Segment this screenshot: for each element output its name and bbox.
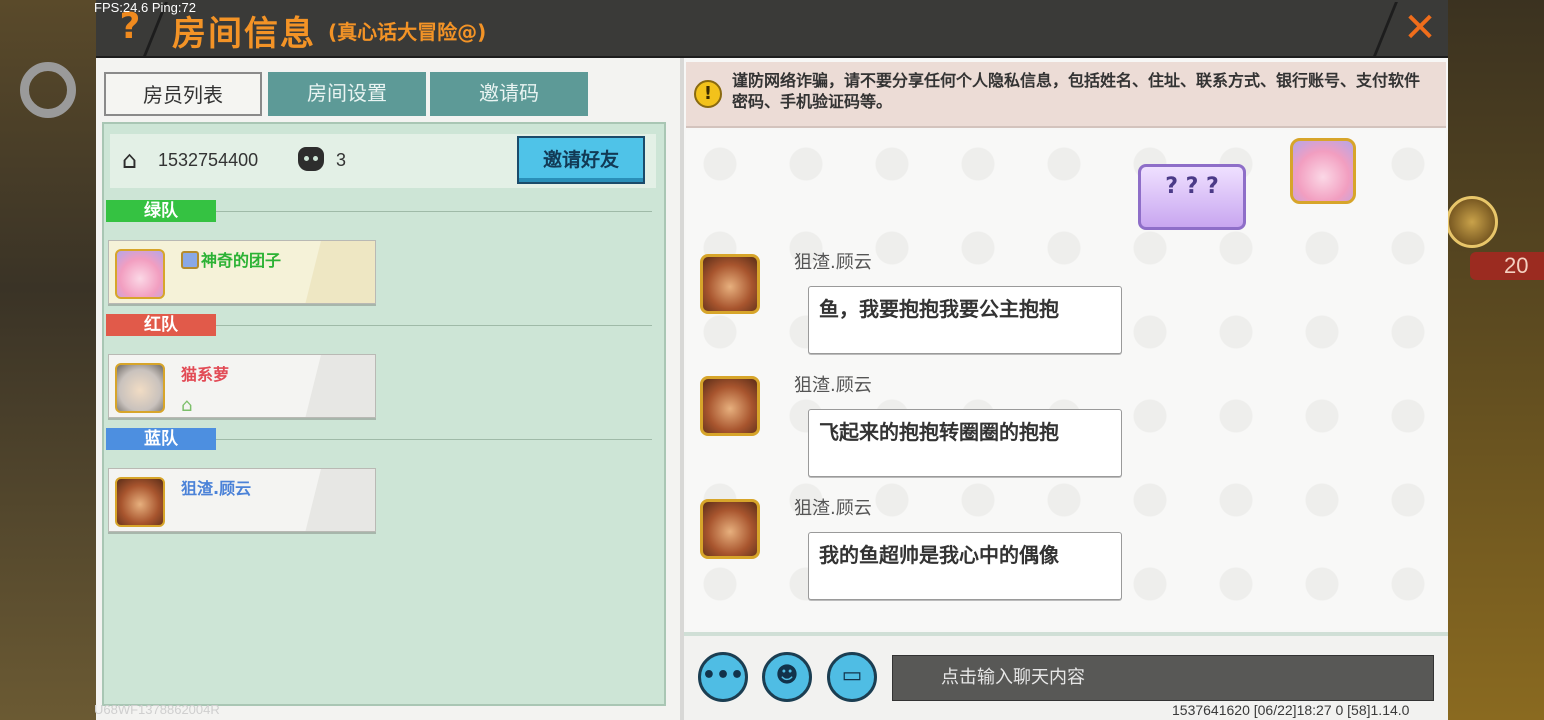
emote-card: ? ? ? bbox=[1138, 164, 1246, 230]
more-options-button[interactable]: ••• bbox=[698, 652, 748, 702]
fraud-warning-text: 谨防网络诈骗，请不要分享任何个人隐私信息，包括姓名、住址、联系方式、银行账号、支… bbox=[732, 71, 1421, 111]
team-label-red: 红队 bbox=[106, 314, 216, 336]
more-icon: ••• bbox=[701, 663, 745, 688]
member-card[interactable]: 神奇的团子 bbox=[108, 240, 376, 304]
tab-room-settings[interactable]: 房间设置 bbox=[268, 72, 426, 116]
team-label-blue: 蓝队 bbox=[106, 428, 216, 450]
invite-friends-button[interactable]: 邀请好友 bbox=[517, 136, 645, 184]
fps-readout: FPS:24.6 Ping:72 bbox=[94, 0, 196, 15]
background-badge bbox=[1446, 196, 1498, 248]
message-bubble: 飞起来的抱抱转圈圈的抱抱 bbox=[808, 409, 1122, 477]
message-bubble: 鱼，我要抱抱我要公主抱抱 bbox=[808, 286, 1122, 354]
avatar[interactable] bbox=[700, 376, 760, 436]
team-divider bbox=[216, 439, 652, 440]
message-bubble: 我的鱼超帅是我心中的偶像 bbox=[808, 532, 1122, 600]
emoji-button[interactable]: ☻ bbox=[762, 652, 812, 702]
chat-input[interactable]: 点击输入聊天内容 bbox=[892, 655, 1434, 701]
member-name: 狙渣.顾云 bbox=[181, 479, 252, 498]
warning-icon: ! bbox=[694, 80, 722, 108]
avatar[interactable] bbox=[700, 499, 760, 559]
close-icon: ✕ bbox=[1403, 5, 1437, 51]
tab-member-list[interactable]: 房员列表 bbox=[104, 72, 262, 116]
avatar[interactable] bbox=[700, 254, 760, 314]
team-divider bbox=[216, 325, 652, 326]
version-info: 1537641620 [06/22]18:27 0 [58]1.14.0 bbox=[1172, 702, 1410, 718]
tab-invite-code[interactable]: 邀请码 bbox=[430, 72, 588, 116]
member-card[interactable]: 猫系萝 ⌂ bbox=[108, 354, 376, 418]
member-card[interactable]: 狙渣.顾云 bbox=[108, 468, 376, 532]
keyboard-button[interactable]: ▭ bbox=[827, 652, 877, 702]
house-icon: ⌂ bbox=[181, 395, 193, 416]
avatar bbox=[115, 249, 165, 299]
member-name: 猫系萝 bbox=[181, 365, 230, 384]
close-divider bbox=[1373, 2, 1398, 56]
rank-badge-icon bbox=[181, 251, 199, 269]
avatar bbox=[1290, 138, 1356, 204]
avatar bbox=[115, 363, 165, 413]
message-sender: 狙渣.顾云 bbox=[794, 498, 872, 519]
team-label-green: 绿队 bbox=[106, 200, 216, 222]
message-sender: 狙渣.顾云 bbox=[794, 375, 872, 396]
member-name: 神奇的团子 bbox=[201, 251, 282, 270]
home-icon: ⌂ bbox=[122, 146, 138, 174]
avatar bbox=[115, 477, 165, 527]
background-score: 20 bbox=[1470, 252, 1544, 280]
close-button[interactable]: ✕ bbox=[1398, 4, 1442, 52]
keyboard-icon: ▭ bbox=[841, 663, 863, 688]
device-id: U68WF1378862004R bbox=[94, 702, 220, 717]
fps-value: FPS:24.6 bbox=[94, 0, 149, 15]
room-name-subtitle: (真心话大冒险@) bbox=[328, 20, 487, 44]
emoji-icon: ☻ bbox=[775, 663, 799, 688]
record-button[interactable] bbox=[20, 62, 76, 118]
room-id: 1532754400 bbox=[158, 150, 259, 170]
player-count: 3 bbox=[336, 150, 347, 170]
background-right bbox=[1444, 0, 1544, 720]
message-sender: 狙渣.顾云 bbox=[794, 252, 872, 273]
ping-value: Ping:72 bbox=[151, 0, 196, 15]
team-divider bbox=[216, 211, 652, 212]
title-bar: ? 房间信息 (真心话大冒险@) ✕ bbox=[96, 0, 1448, 58]
player-count-icon bbox=[298, 147, 324, 171]
